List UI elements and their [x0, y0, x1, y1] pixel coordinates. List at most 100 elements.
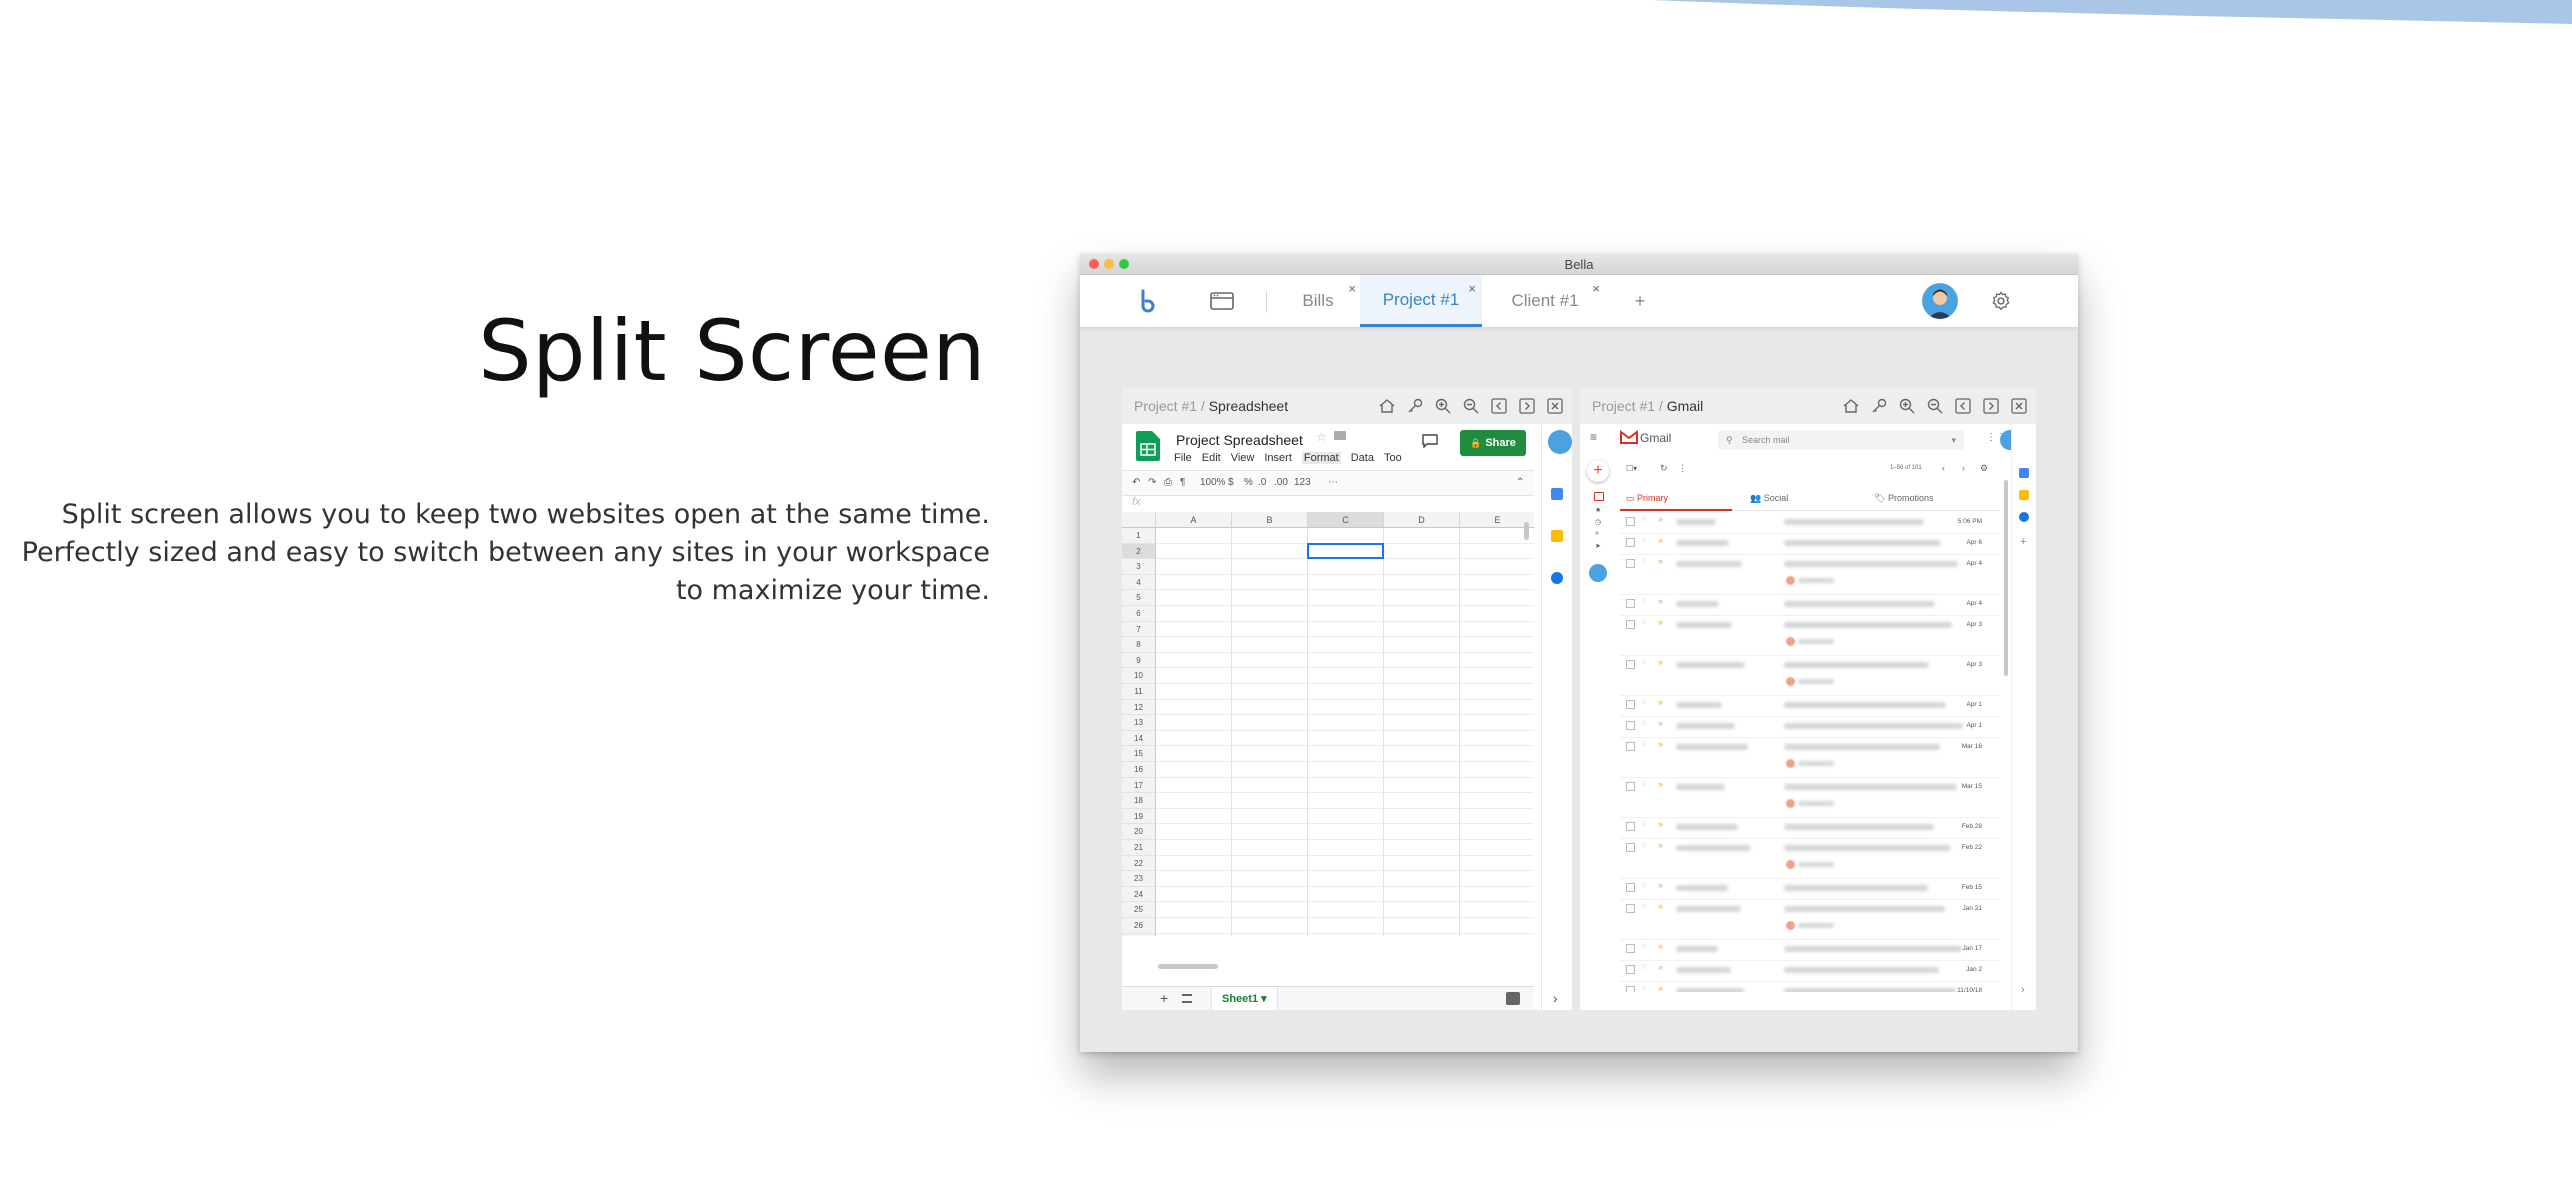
row-header[interactable]: 1: [1122, 528, 1156, 544]
star-icon[interactable]: ☆: [1640, 617, 1647, 626]
email-row[interactable]: ☆ » 11/10/18: [1620, 981, 2000, 992]
increase-decimal-button[interactable]: .00: [1274, 477, 1288, 488]
tab-promotions[interactable]: 🏷 Promotions: [1874, 493, 1933, 504]
email-row[interactable]: ☆ » Feb 22: [1620, 838, 2000, 879]
email-row[interactable]: ☆ » Feb 28: [1620, 817, 2000, 839]
row-header[interactable]: 14: [1122, 730, 1156, 747]
currency-button[interactable]: $: [1228, 477, 1234, 488]
undo-icon[interactable]: ↶: [1132, 477, 1140, 488]
email-row[interactable]: ☆ » Jan 2: [1620, 960, 2000, 982]
explore-icon[interactable]: [1506, 992, 1520, 1005]
email-row[interactable]: ☆ » Jan 17: [1620, 939, 2000, 961]
row-header[interactable]: 23: [1122, 871, 1156, 887]
important-icon[interactable]: »: [1595, 530, 1599, 537]
row-checkbox[interactable]: [1626, 721, 1635, 730]
inbox-icon[interactable]: [1594, 492, 1604, 501]
row-checkbox[interactable]: [1626, 822, 1635, 831]
more-icon[interactable]: ⋯: [1328, 477, 1338, 488]
important-marker-icon[interactable]: »: [1658, 617, 1663, 627]
row-header[interactable]: 9: [1122, 652, 1156, 669]
forward-icon[interactable]: [1980, 396, 2002, 416]
row-checkbox[interactable]: [1626, 742, 1635, 751]
star-icon[interactable]: ☆: [1640, 596, 1647, 605]
snoozed-icon[interactable]: ◷: [1595, 518, 1601, 526]
tab-bills[interactable]: Bills ×: [1276, 275, 1360, 327]
row-header[interactable]: 16: [1122, 762, 1156, 778]
row-header[interactable]: 27: [1122, 933, 1156, 936]
sheets-user-avatar[interactable]: [1548, 430, 1572, 454]
column-header-d[interactable]: D: [1384, 512, 1460, 528]
important-marker-icon[interactable]: »: [1658, 819, 1663, 829]
star-icon[interactable]: ☆: [1640, 556, 1647, 565]
row-header[interactable]: 13: [1122, 715, 1156, 731]
row-header[interactable]: 19: [1122, 808, 1156, 825]
row-header[interactable]: 20: [1122, 824, 1156, 840]
important-marker-icon[interactable]: »: [1658, 535, 1663, 545]
star-icon[interactable]: ☆: [1640, 718, 1647, 727]
row-header[interactable]: 26: [1122, 918, 1156, 934]
sheet-tab-sheet1[interactable]: Sheet1 ▾: [1212, 987, 1277, 1010]
home-icon[interactable]: [1840, 396, 1862, 416]
percent-button[interactable]: %: [1244, 477, 1253, 488]
print-icon[interactable]: ⎙: [1164, 477, 1172, 488]
important-marker-icon[interactable]: »: [1658, 697, 1663, 707]
search-options-icon[interactable]: ▾: [1951, 430, 1956, 450]
row-checkbox[interactable]: [1626, 944, 1635, 953]
row-header[interactable]: 4: [1122, 574, 1156, 591]
menu-view[interactable]: View: [1231, 452, 1255, 464]
important-marker-icon[interactable]: »: [1658, 657, 1663, 667]
keep-icon[interactable]: [1551, 530, 1563, 542]
email-row[interactable]: ☆ » Apr 1: [1620, 695, 2000, 717]
important-marker-icon[interactable]: »: [1658, 941, 1663, 951]
menu-tools[interactable]: Too: [1384, 452, 1402, 464]
calendar-icon[interactable]: [2019, 468, 2029, 478]
star-icon[interactable]: ☆: [1640, 514, 1647, 523]
back-icon[interactable]: [1488, 396, 1510, 416]
row-header[interactable]: 25: [1122, 902, 1156, 918]
row-checkbox[interactable]: [1626, 517, 1635, 526]
tab-bills-close-icon[interactable]: ×: [1348, 281, 1356, 296]
row-header[interactable]: 5: [1122, 590, 1156, 606]
email-row[interactable]: ☆ » Mar 15: [1620, 777, 2000, 818]
important-marker-icon[interactable]: »: [1658, 739, 1663, 749]
row-checkbox[interactable]: [1626, 904, 1635, 913]
row-header[interactable]: 6: [1122, 606, 1156, 622]
tab-social[interactable]: 👥 Social: [1750, 493, 1788, 504]
star-icon[interactable]: ☆: [1640, 739, 1647, 748]
email-row[interactable]: ☆ » 5:06 PM: [1620, 512, 2000, 534]
important-marker-icon[interactable]: »: [1658, 596, 1663, 606]
email-row[interactable]: ☆ » Apr 1: [1620, 716, 2000, 738]
number-format-select[interactable]: 123: [1294, 477, 1311, 488]
settings-gear-icon[interactable]: [1986, 275, 2016, 327]
zoom-out-icon[interactable]: [1924, 396, 1946, 416]
email-row[interactable]: ☆ » Apr 3: [1620, 655, 2000, 696]
expand-panel-icon[interactable]: ›: [2021, 984, 2025, 996]
column-header-b[interactable]: B: [1232, 512, 1308, 528]
row-header[interactable]: 21: [1122, 840, 1156, 856]
row-checkbox[interactable]: [1626, 782, 1635, 791]
back-icon[interactable]: [1952, 396, 1974, 416]
bella-logo-icon[interactable]: [1128, 275, 1168, 327]
menu-edit[interactable]: Edit: [1202, 452, 1221, 464]
browser-window-icon[interactable]: [1202, 275, 1242, 327]
grid-corner[interactable]: [1122, 512, 1156, 528]
row-header[interactable]: 15: [1122, 746, 1156, 762]
row-checkbox[interactable]: [1626, 700, 1635, 709]
decrease-decimal-button[interactable]: .0: [1258, 477, 1266, 488]
all-sheets-icon[interactable]: [1182, 994, 1192, 1003]
column-header-c[interactable]: C: [1308, 512, 1384, 528]
tasks-icon[interactable]: [2019, 512, 2029, 522]
zoom-out-icon[interactable]: [1460, 396, 1482, 416]
row-checkbox[interactable]: [1626, 883, 1635, 892]
row-checkbox[interactable]: [1626, 620, 1635, 629]
expand-panel-icon[interactable]: ›: [1553, 990, 1558, 1006]
doc-title[interactable]: Project Spreadsheet: [1176, 432, 1303, 448]
email-row[interactable]: ☆ » Apr 4: [1620, 594, 2000, 616]
star-icon[interactable]: ☆: [1316, 430, 1327, 444]
star-icon[interactable]: ☆: [1640, 941, 1647, 950]
gmail-settings-icon[interactable]: ⚙: [1980, 463, 1988, 474]
star-icon[interactable]: ☆: [1640, 901, 1647, 910]
add-sheet-button[interactable]: +: [1160, 990, 1168, 1006]
important-marker-icon[interactable]: »: [1658, 880, 1663, 890]
search-mail-input[interactable]: ⚲ Search mail ▾: [1718, 430, 1964, 450]
